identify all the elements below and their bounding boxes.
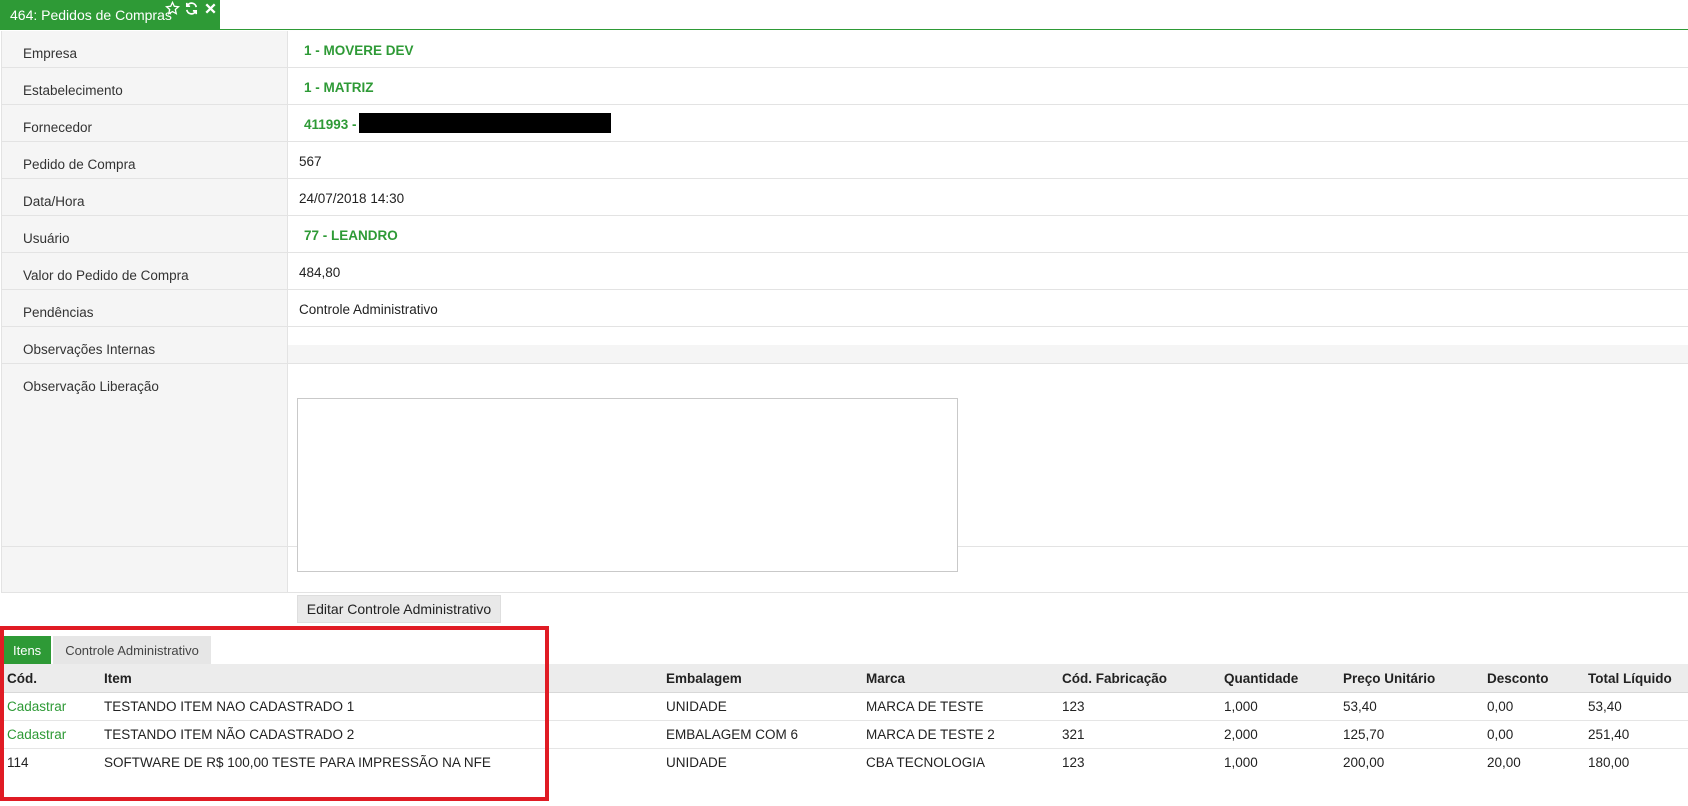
tab-bar: 464: Pedidos de Compras [0, 0, 1688, 31]
row-empresa: Empresa 1 - MOVERE DEV [2, 31, 1688, 68]
cell-total-liquido: 180,00 [1588, 755, 1630, 770]
value-pendencias: Controle Administrativo [299, 302, 438, 317]
cell-preco-unitario: 200,00 [1343, 755, 1385, 770]
cell-item: TESTANDO ITEM NÃO CADASTRADO 2 [104, 727, 355, 742]
cell-quantidade: 1,000 [1224, 699, 1258, 714]
star-icon[interactable] [165, 1, 180, 16]
header-item[interactable]: Item [97, 671, 666, 686]
cell-embalagem: UNIDADE [666, 755, 727, 770]
header-quantidade[interactable]: Quantidade [1224, 671, 1343, 686]
table-header: Cód. Item Embalagem Marca Cód. Fabricaçã… [0, 664, 1688, 693]
label-pedido: Pedido de Compra [2, 142, 288, 178]
label-empty [2, 547, 288, 592]
header-embalagem[interactable]: Embalagem [666, 671, 866, 686]
table-row: 114 SOFTWARE DE R$ 100,00 TESTE PARA IMP… [0, 749, 1688, 776]
value-empresa-link[interactable]: 1 - MOVERE DEV [288, 31, 1688, 67]
label-estabelecimento: Estabelecimento [2, 68, 288, 104]
redacted-block [358, 113, 611, 134]
cell-desconto: 0,00 [1487, 699, 1514, 714]
header-preco-unitario[interactable]: Preço Unitário [1343, 671, 1487, 686]
tab-bar-underline [0, 29, 1688, 30]
label-fornecedor: Fornecedor [2, 105, 288, 141]
header-cod[interactable]: Cód. [0, 671, 97, 686]
cell-cod-fabricacao: 123 [1062, 699, 1085, 714]
close-icon[interactable] [203, 1, 218, 16]
row-pedido: Pedido de Compra 567 [2, 142, 1688, 179]
cell-cod: 114 [7, 755, 29, 770]
row-usuario: Usuário 77 - LEANDRO [2, 216, 1688, 253]
label-valor: Valor do Pedido de Compra [2, 253, 288, 289]
label-empresa: Empresa [2, 31, 288, 67]
row-pendencias: Pendências Controle Administrativo [2, 290, 1688, 327]
cell-total-liquido: 251,40 [1588, 727, 1630, 742]
value-observacoes-internas [288, 327, 1688, 363]
cell-marca: CBA TECNOLOGIA [866, 755, 986, 770]
observacao-liberacao-textarea[interactable] [297, 398, 958, 572]
label-data-hora: Data/Hora [2, 179, 288, 215]
value-valor: 484,80 [299, 265, 341, 280]
cell-quantidade: 1,000 [1224, 755, 1258, 770]
items-table: Cód. Item Embalagem Marca Cód. Fabricaçã… [0, 664, 1688, 776]
label-usuario: Usuário [2, 216, 288, 252]
cell-preco-unitario: 53,40 [1343, 699, 1377, 714]
cell-preco-unitario: 125,70 [1343, 727, 1385, 742]
cell-quantidade: 2,000 [1224, 727, 1258, 742]
row-data-hora: Data/Hora 24/07/2018 14:30 [2, 179, 1688, 216]
tab-title: 464: Pedidos de Compras [10, 7, 172, 23]
cell-marca: MARCA DE TESTE [866, 699, 984, 714]
cell-marca: MARCA DE TESTE 2 [866, 727, 995, 742]
cell-cod-fabricacao: 123 [1062, 755, 1085, 770]
cadastrar-link[interactable]: Cadastrar [0, 699, 97, 714]
header-desconto[interactable]: Desconto [1487, 671, 1588, 686]
cell-item: TESTANDO ITEM NAO CADASTRADO 1 [104, 699, 355, 714]
row-estabelecimento: Estabelecimento 1 - MATRIZ [2, 68, 1688, 105]
header-cod-fabricacao[interactable]: Cód. Fabricação [1062, 671, 1224, 686]
value-fornecedor: 411993 - [288, 105, 1688, 141]
row-valor: Valor do Pedido de Compra 484,80 [2, 253, 1688, 290]
tab-itens[interactable]: Itens [3, 636, 52, 664]
subtab-bar: Itens Controle Administrativo [3, 636, 211, 664]
table-row: Cadastrar TESTANDO ITEM NÃO CADASTRADO 2… [0, 721, 1688, 749]
value-pedido: 567 [299, 154, 322, 169]
cell-embalagem: EMBALAGEM COM 6 [666, 727, 799, 742]
cell-embalagem: UNIDADE [666, 699, 727, 714]
edit-controle-administrativo-button[interactable]: Editar Controle Administrativo [297, 595, 501, 623]
cell-item: SOFTWARE DE R$ 100,00 TESTE PARA IMPRESS… [104, 755, 491, 770]
label-observacoes-internas: Observações Internas [2, 327, 288, 363]
value-estabelecimento-link[interactable]: 1 - MATRIZ [288, 68, 1688, 104]
label-pendencias: Pendências [2, 290, 288, 326]
cell-total-liquido: 53,40 [1588, 699, 1622, 714]
cell-desconto: 0,00 [1487, 727, 1514, 742]
row-fornecedor: Fornecedor 411993 - [2, 105, 1688, 142]
tab-actions [165, 1, 218, 16]
cadastrar-link[interactable]: Cadastrar [0, 727, 97, 742]
value-fornecedor-link[interactable]: 411993 - [304, 117, 357, 132]
tab-controle-administrativo[interactable]: Controle Administrativo [53, 636, 211, 664]
header-total-liquido[interactable]: Total Líquido [1588, 671, 1688, 686]
refresh-icon[interactable] [184, 1, 199, 16]
table-row: Cadastrar TESTANDO ITEM NAO CADASTRADO 1… [0, 693, 1688, 721]
value-data-hora: 24/07/2018 14:30 [299, 191, 405, 206]
cell-cod-fabricacao: 321 [1062, 727, 1085, 742]
value-usuario-link[interactable]: 77 - LEANDRO [288, 216, 1688, 252]
label-observacao-liberacao: Observação Liberação [2, 364, 288, 546]
row-observacoes-internas: Observações Internas [2, 327, 1688, 364]
header-marca[interactable]: Marca [866, 671, 1062, 686]
cell-desconto: 20,00 [1487, 755, 1521, 770]
